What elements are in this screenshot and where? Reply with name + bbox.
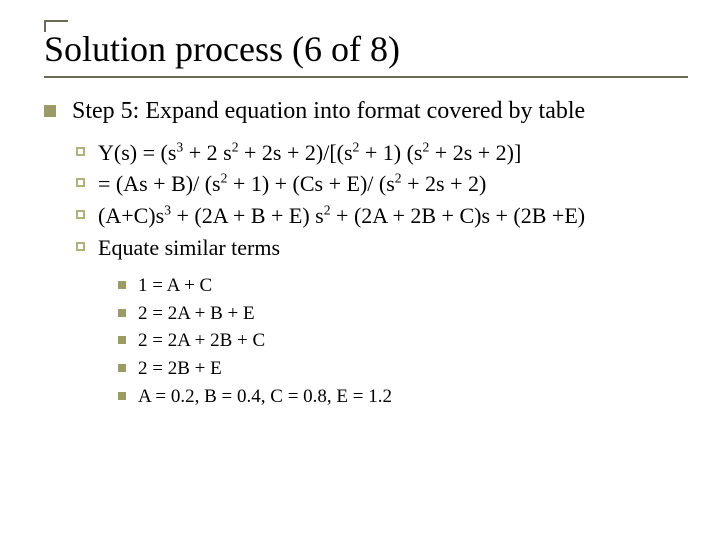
eq3-c: + (2A + 2B + C)s + (2B +E)	[331, 203, 586, 228]
eq2-a: = (As + B)/ (s	[98, 171, 221, 196]
level2-list: Y(s) = (s3 + 2 s2 + 2s + 2)/[(s2 + 1) (s…	[72, 138, 688, 410]
level3-list: 1 = A + C 2 = 2A + B + E 2 = 2A + 2B + C…	[116, 272, 688, 410]
eq3-a: (A+C)s	[98, 203, 164, 228]
equation-2: = (As + B)/ (s2 + 1) + (Cs + E)/ (s2 + 2…	[72, 169, 688, 199]
equate-terms: Equate similar terms 1 = A + C 2 = 2A + …	[72, 233, 688, 410]
eq2-b: + 1) + (Cs + E)/ (s	[227, 171, 394, 196]
eq1-b: + 2 s	[183, 140, 231, 165]
eq1-e: + 2s + 2)]	[429, 140, 521, 165]
step-item: Step 5: Expand equation into format cove…	[44, 96, 688, 410]
eq1-c: + 2s + 2)/[(s	[239, 140, 353, 165]
sup-2: 2	[232, 139, 239, 154]
term-3: 2 = 2A + 2B + C	[116, 327, 688, 355]
slide: Solution process (6 of 8) Step 5: Expand…	[0, 0, 720, 540]
term-2: 2 = 2A + B + E	[116, 300, 688, 328]
eq1-d: + 1) (s	[359, 140, 422, 165]
equation-1: Y(s) = (s3 + 2 s2 + 2s + 2)/[(s2 + 1) (s…	[72, 138, 688, 168]
sup-3: 3	[164, 203, 171, 218]
body: Step 5: Expand equation into format cove…	[44, 96, 688, 410]
eq1-a: Y(s) = (s	[98, 140, 176, 165]
sup-2: 2	[324, 203, 331, 218]
sup-2: 2	[395, 171, 402, 186]
eq2-c: + 2s + 2)	[402, 171, 487, 196]
page-title: Solution process (6 of 8)	[44, 30, 688, 70]
step-heading: Step 5: Expand equation into format cove…	[72, 98, 585, 124]
equate-label: Equate similar terms	[98, 235, 280, 260]
eq3-b: + (2A + B + E) s	[171, 203, 324, 228]
term-4: 2 = 2B + E	[116, 355, 688, 383]
level1-list: Step 5: Expand equation into format cove…	[44, 96, 688, 410]
equation-3: (A+C)s3 + (2A + B + E) s2 + (2A + 2B + C…	[72, 201, 688, 231]
title-container: Solution process (6 of 8)	[44, 16, 688, 78]
term-5: A = 0.2, B = 0.4, C = 0.8, E = 1.2	[116, 383, 688, 411]
term-1: 1 = A + C	[116, 272, 688, 300]
